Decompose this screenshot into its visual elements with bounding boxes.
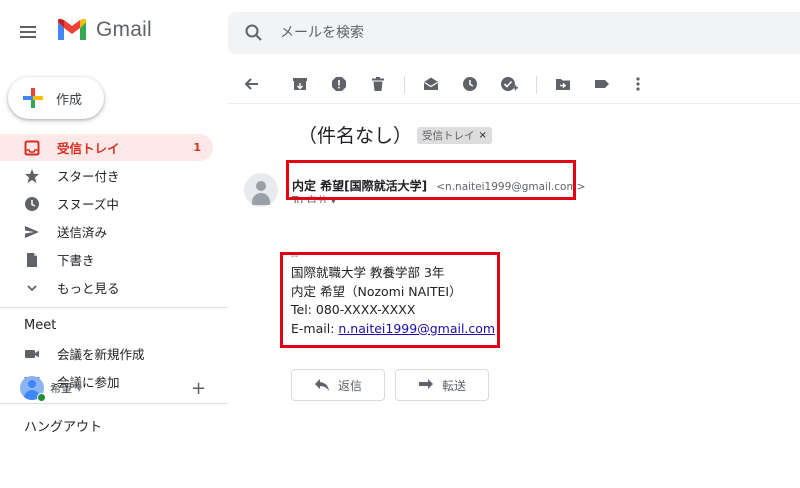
sidebar-item-label: スヌーズ中 bbox=[57, 197, 119, 212]
sidebar-item-more[interactable]: もっと見る bbox=[0, 274, 213, 301]
inbox-label-chip[interactable]: 受信トレイ × bbox=[417, 127, 492, 144]
add-task-icon[interactable] bbox=[499, 74, 519, 94]
remove-label-button[interactable]: × bbox=[479, 130, 487, 141]
report-spam-icon[interactable] bbox=[329, 74, 349, 94]
compose-plus-icon bbox=[23, 88, 43, 108]
menu-icon-line bbox=[20, 31, 36, 33]
sidebar-item-label: スター付き bbox=[57, 169, 120, 184]
delete-icon[interactable] bbox=[368, 74, 388, 94]
toolbar-separator bbox=[404, 76, 405, 94]
message-toolbar bbox=[228, 64, 800, 104]
snooze-icon[interactable] bbox=[460, 74, 480, 94]
menu-icon-line bbox=[20, 36, 36, 38]
compose-label: 作成 bbox=[56, 92, 83, 108]
compose-button[interactable]: 作成 bbox=[8, 77, 104, 119]
main-menu-button[interactable] bbox=[14, 18, 42, 46]
inbox-icon bbox=[24, 140, 40, 156]
gmail-logo-text: Gmail bbox=[96, 18, 152, 41]
email-subject: （件名なし） bbox=[298, 125, 413, 147]
reply-label: 返信 bbox=[337, 378, 362, 393]
hangouts-section-title: ハングアウト bbox=[24, 420, 103, 435]
reply-button[interactable]: 返信 bbox=[291, 369, 385, 401]
sidebar-item-label: 下書き bbox=[57, 253, 95, 268]
sidebar-item-drafts[interactable]: 下書き bbox=[0, 246, 213, 273]
sidebar-item-new-meeting[interactable]: 会議を新規作成 bbox=[0, 340, 213, 367]
more-icon[interactable] bbox=[628, 74, 648, 94]
toolbar-separator bbox=[536, 76, 537, 94]
sidebar-item-snoozed[interactable]: スヌーズ中 bbox=[0, 190, 213, 217]
hangouts-user-name: 希望 bbox=[50, 382, 72, 395]
signature-highlight-box bbox=[280, 252, 500, 348]
search-icon[interactable] bbox=[244, 23, 264, 43]
archive-icon[interactable] bbox=[290, 74, 310, 94]
forward-icon bbox=[418, 379, 433, 389]
gmail-m-icon bbox=[58, 18, 86, 40]
sender-avatar bbox=[244, 173, 278, 207]
meet-section-title: Meet bbox=[24, 318, 57, 333]
unread-count-badge: 1 bbox=[193, 141, 201, 154]
hangouts-user[interactable]: 希望 ▼ bbox=[20, 376, 82, 400]
chevron-down-icon bbox=[24, 280, 40, 296]
sidebar-item-label: もっと見る bbox=[57, 281, 120, 296]
search-bar[interactable] bbox=[228, 12, 800, 54]
sidebar: 作成 受信トレイ 1 スター付き スヌーズ中 送信済み 下書き もっと見る Me… bbox=[0, 64, 228, 488]
send-icon bbox=[24, 224, 40, 240]
online-status-icon bbox=[37, 393, 46, 402]
add-hangout-button[interactable]: + bbox=[191, 378, 206, 399]
gmail-window: Gmail 作成 受信トレイ 1 bbox=[0, 0, 800, 488]
video-camera-icon bbox=[24, 346, 40, 362]
sidebar-item-starred[interactable]: スター付き bbox=[0, 162, 213, 189]
move-to-icon[interactable] bbox=[553, 74, 573, 94]
back-icon[interactable] bbox=[242, 74, 262, 94]
forward-label: 転送 bbox=[441, 378, 466, 393]
label-chip-text: 受信トレイ bbox=[422, 130, 475, 142]
gmail-logo[interactable]: Gmail bbox=[56, 18, 152, 42]
forward-button[interactable]: 転送 bbox=[395, 369, 489, 401]
clock-icon bbox=[24, 196, 40, 212]
menu-icon-line bbox=[20, 26, 36, 28]
sidebar-item-label: 会議を新規作成 bbox=[57, 347, 145, 362]
sidebar-divider bbox=[0, 307, 228, 308]
caret-down-icon[interactable]: ▼ bbox=[76, 384, 82, 393]
sidebar-item-label: 受信トレイ bbox=[57, 141, 120, 156]
sender-highlight-box bbox=[286, 160, 576, 200]
mark-unread-icon[interactable] bbox=[421, 74, 441, 94]
search-input[interactable] bbox=[280, 12, 780, 54]
sidebar-item-label: 送信済み bbox=[57, 225, 108, 240]
reply-icon bbox=[314, 379, 329, 391]
label-icon[interactable] bbox=[592, 74, 612, 94]
top-bar: Gmail bbox=[0, 0, 800, 64]
draft-icon bbox=[24, 252, 40, 268]
sidebar-item-sent[interactable]: 送信済み bbox=[0, 218, 213, 245]
sidebar-divider bbox=[0, 403, 228, 404]
sidebar-item-inbox[interactable]: 受信トレイ 1 bbox=[0, 134, 213, 161]
star-icon bbox=[24, 168, 40, 184]
